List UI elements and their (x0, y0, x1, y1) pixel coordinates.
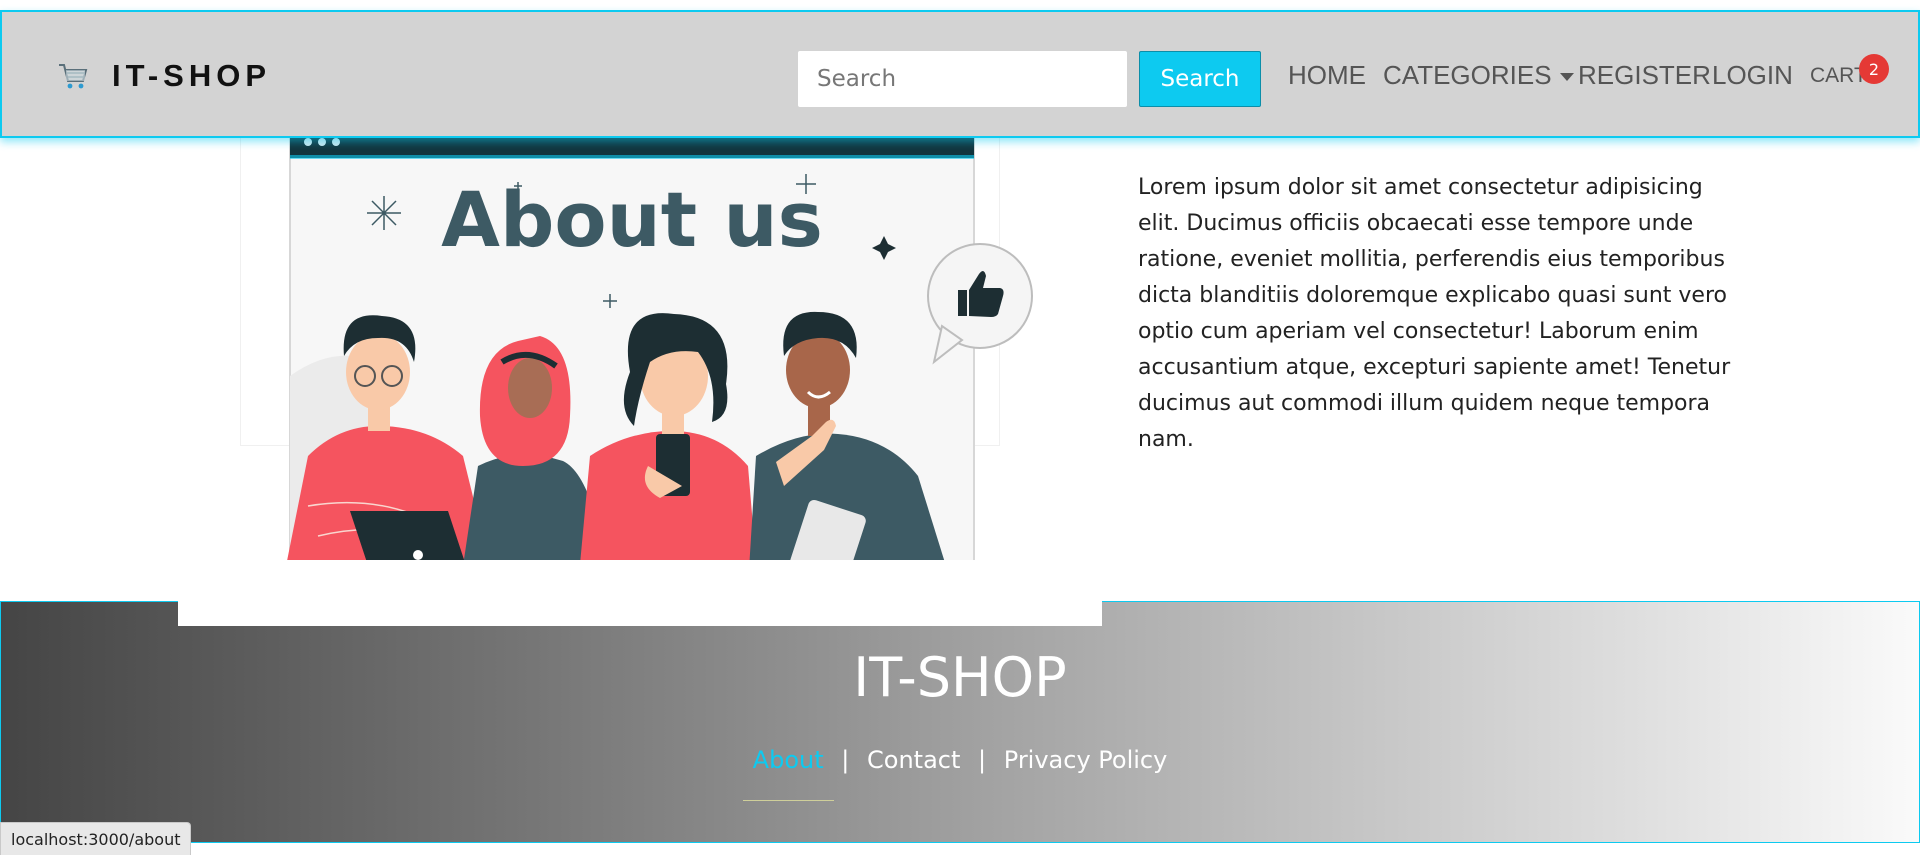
image-card-bottom (178, 560, 1102, 626)
cart-count-badge: 2 (1859, 54, 1889, 84)
brand-name: IT-SHOP (112, 58, 272, 93)
search-button[interactable]: Search (1139, 51, 1261, 107)
browser-status-url: localhost:3000/about (0, 822, 192, 855)
search-input[interactable] (798, 51, 1127, 107)
illustration-title: About us (441, 175, 823, 264)
nav-categories-label: CATEGORIES (1383, 60, 1552, 90)
caret-down-icon (1559, 73, 1574, 82)
nav-categories-dropdown[interactable]: CATEGORIES (1383, 60, 1574, 91)
brand[interactable]: IT-SHOP (56, 58, 271, 94)
nav-register-link[interactable]: REGISTER (1578, 60, 1711, 91)
thumbs-up-bubble (927, 243, 1033, 365)
about-us-illustration: About us (286, 137, 1033, 596)
shopping-cart-icon (59, 64, 88, 89)
nav-home-link[interactable]: HOME (1288, 60, 1366, 91)
footer-contact-link[interactable]: Contact (857, 746, 970, 774)
footer-links: About | Contact | Privacy Policy (1, 746, 1919, 801)
footer-separator: | (978, 746, 987, 774)
nav-login-link[interactable]: LOGIN (1712, 60, 1793, 91)
footer-title: IT-SHOP (853, 646, 1067, 709)
footer-privacy-link[interactable]: Privacy Policy (994, 746, 1178, 774)
footer-separator: | (841, 746, 850, 774)
footer-about-link[interactable]: About (742, 746, 834, 801)
about-paragraph: Lorem ipsum dolor sit amet consectetur a… (1138, 175, 1731, 452)
navbar: IT-SHOP Search HOME CATEGORIES REGISTER … (0, 10, 1920, 138)
footer: IT-SHOP About | Contact | Privacy Policy (0, 601, 1920, 843)
